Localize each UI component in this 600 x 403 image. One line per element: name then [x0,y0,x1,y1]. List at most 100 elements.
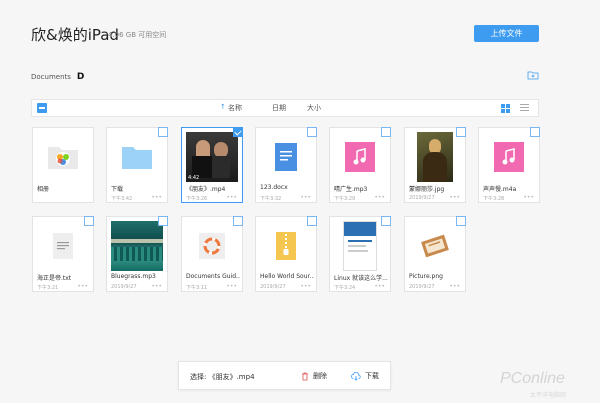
documents-logo-icon: D [76,72,85,82]
more-options-icon[interactable]: ••• [449,283,460,290]
select-all-checkbox[interactable] [37,103,47,113]
file-checkbox[interactable] [84,216,94,226]
file-checkbox[interactable] [381,127,391,137]
more-options-icon[interactable]: ••• [226,194,237,201]
sort-by-size[interactable]: 大小 [307,103,321,113]
file-thumbnail [37,132,89,182]
file-name: 海正是帝.txt [37,275,72,282]
more-options-icon[interactable]: ••• [151,194,162,201]
file-checkbox[interactable] [456,127,466,137]
download-button[interactable]: 下载 [351,371,379,381]
file-checkbox[interactable] [307,127,317,137]
file-thumbnail [409,221,461,271]
file-card[interactable]: 相册 [32,127,94,203]
more-options-icon[interactable]: ••• [300,283,311,290]
file-checkbox[interactable] [158,127,168,137]
trash-icon [302,372,308,380]
more-options-icon[interactable]: ••• [374,194,385,201]
file-card[interactable]: Bluegrass.mp3 2019/9/27 ••• [106,216,168,292]
file-name: 相册 [37,186,50,193]
file-date: 下午3:21 [37,285,59,291]
picture-frame-icon [421,234,449,258]
file-thumbnail [409,132,461,182]
file-card[interactable]: Documents Guid... 下午3:11 ••• [181,216,243,292]
file-date: 下午3:28 [483,196,505,202]
file-card[interactable]: 123.docx 下午3:32 ••• [255,127,317,203]
file-date: 2019/9/27 [111,284,137,290]
file-card[interactable]: 下载 下午3:42 ••• [106,127,168,203]
file-checkbox[interactable] [233,127,243,137]
breadcrumb-label[interactable]: Documents [31,73,71,81]
file-name: 蒙娜丽莎.jpg [409,186,445,193]
breadcrumb: Documents D [31,72,87,82]
book-cover-thumbnail [343,221,377,271]
file-date: 2019/9/27 [409,195,435,201]
selection-text: 选择: 《朋友》.mp4 [190,373,255,381]
file-checkbox[interactable] [381,216,391,226]
file-date: 下午3:32 [260,196,282,202]
file-card[interactable]: 海正是帝.txt 下午3:21 ••• [32,216,94,292]
folder-icon [122,147,152,169]
photos-folder-icon [48,147,78,169]
file-card[interactable]: Picture.png 2019/9/27 ••• [404,216,466,292]
more-options-icon[interactable]: ••• [523,194,534,201]
file-card[interactable]: 4:42 《朋友》.mp4 下午3:26 ••• [181,127,243,203]
file-name: 晴广生.mp3 [334,186,368,193]
file-thumbnail [186,221,238,271]
more-options-icon[interactable]: ••• [77,283,88,290]
file-thumbnail [260,132,312,182]
file-date: 2019/9/27 [409,284,435,290]
file-checkbox[interactable] [530,127,540,137]
download-label: 下载 [365,372,379,380]
more-options-icon[interactable]: ••• [374,283,385,290]
file-date: 下午3:24 [334,285,356,291]
docx-icon [275,143,297,171]
device-title: 欣&焕的iPad [31,26,119,44]
more-options-icon[interactable]: ••• [226,283,237,290]
file-checkbox[interactable] [307,216,317,226]
file-thumbnail [111,132,163,182]
file-thumbnail [37,221,89,271]
file-thumbnail: 4:42 [186,132,238,182]
more-options-icon[interactable]: ••• [300,194,311,201]
music-note-icon [345,142,375,172]
file-card[interactable]: 晴广生.mp3 下午3:29 ••• [329,127,391,203]
toolbar: ↑ 名称 日期 大小 [31,99,539,117]
file-checkbox[interactable] [233,216,243,226]
text-file-icon [53,233,73,259]
list-view-icon[interactable] [520,104,529,113]
sort-by-date[interactable]: 日期 [272,103,286,113]
file-date: 下午3:29 [334,196,356,202]
zip-archive-icon [276,232,296,260]
music-note-icon [494,142,524,172]
file-name: Bluegrass.mp3 [111,273,156,280]
file-checkbox[interactable] [158,216,168,226]
file-card[interactable]: 蒙娜丽莎.jpg 2019/9/27 ••• [404,127,466,203]
sort-by-name[interactable]: 名称 [228,103,242,113]
file-card[interactable]: Hello World Sour... 2019/9/27 ••• [255,216,317,292]
file-card[interactable]: Linux 就该这么学... 下午3:24 ••• [329,216,391,292]
file-name: Linux 就该这么学... [334,275,388,282]
file-name: Picture.png [409,273,443,280]
file-thumbnail [334,221,386,271]
file-checkbox[interactable] [456,216,466,226]
file-card[interactable]: 声声慢.m4a 下午3:28 ••• [478,127,540,203]
more-options-icon[interactable]: ••• [151,283,162,290]
new-folder-icon[interactable] [527,70,539,80]
file-date: 下午3:11 [186,285,208,291]
file-name: Documents Guid... [186,273,240,280]
file-name: 声声慢.m4a [483,186,517,193]
watermark-brand: PConline [500,370,565,387]
delete-button[interactable]: 删除 [301,371,327,381]
file-thumbnail [111,221,163,271]
file-date: 2019/9/27 [260,284,286,290]
file-name: Hello World Sour... [260,273,314,280]
header: 欣&焕的iPad 4.06 GB 可用空间 上传文件 [0,0,600,62]
cloud-download-icon [351,371,361,381]
watermark-sub: 太平洋电脑网 [530,392,567,399]
upload-button[interactable]: 上传文件 [474,25,539,42]
mona-lisa-thumbnail [417,132,453,182]
album-art-thumbnail [111,221,163,271]
more-options-icon[interactable]: ••• [449,194,460,201]
grid-view-icon[interactable] [501,104,510,113]
